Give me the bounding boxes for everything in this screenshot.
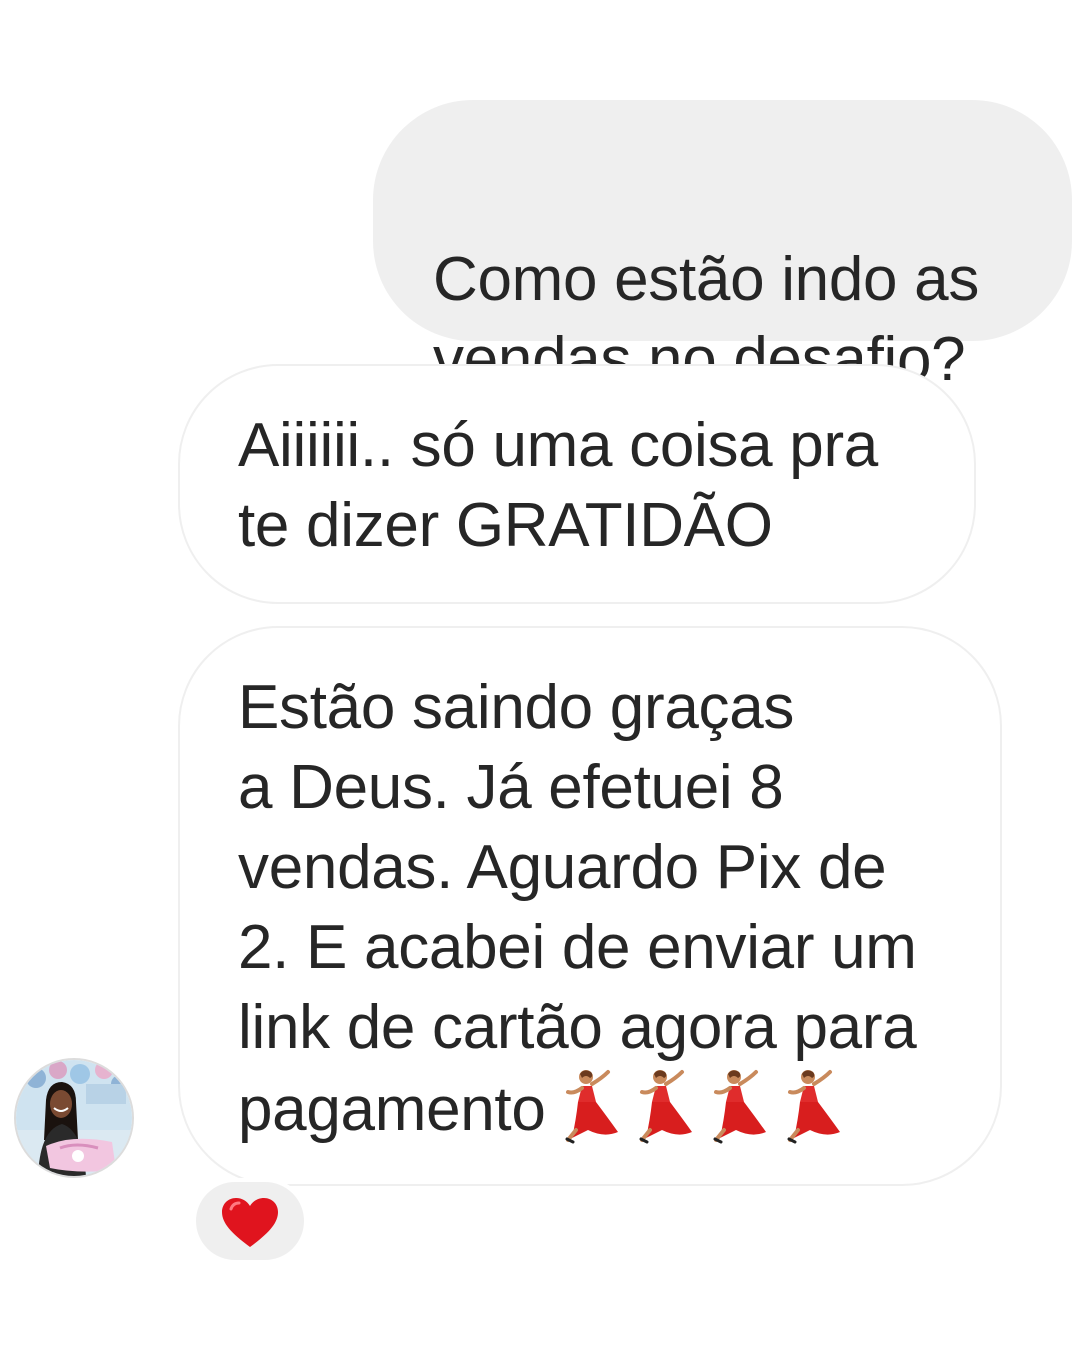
received-message-bubble[interactable]: Aiiiiii.. só uma coisa pra te dizer GRAT… (178, 364, 976, 604)
received-message-text: Aiiiiii.. só uma coisa pra te dizer GRAT… (238, 411, 878, 560)
woman-dancing-icon (639, 1070, 692, 1144)
woman-dancing-icon (713, 1070, 766, 1144)
received-message-bubble[interactable]: Estão saindo graças a Deus. Já efetuei 8… (178, 626, 1002, 1186)
heart-reaction[interactable] (192, 1178, 308, 1264)
woman-dancing-icon (565, 1070, 618, 1144)
emoji-row (546, 1068, 842, 1150)
sent-message-bubble[interactable]: Como estão indo as vendas no desafio? (373, 100, 1072, 394)
contact-avatar[interactable] (14, 1058, 134, 1178)
avatar-photo (16, 1060, 132, 1176)
red-heart-icon (222, 1198, 278, 1247)
received-message-text: Estão saindo graças a Deus. Já efetuei 8… (238, 668, 917, 1150)
woman-dancing-icon (787, 1070, 840, 1144)
